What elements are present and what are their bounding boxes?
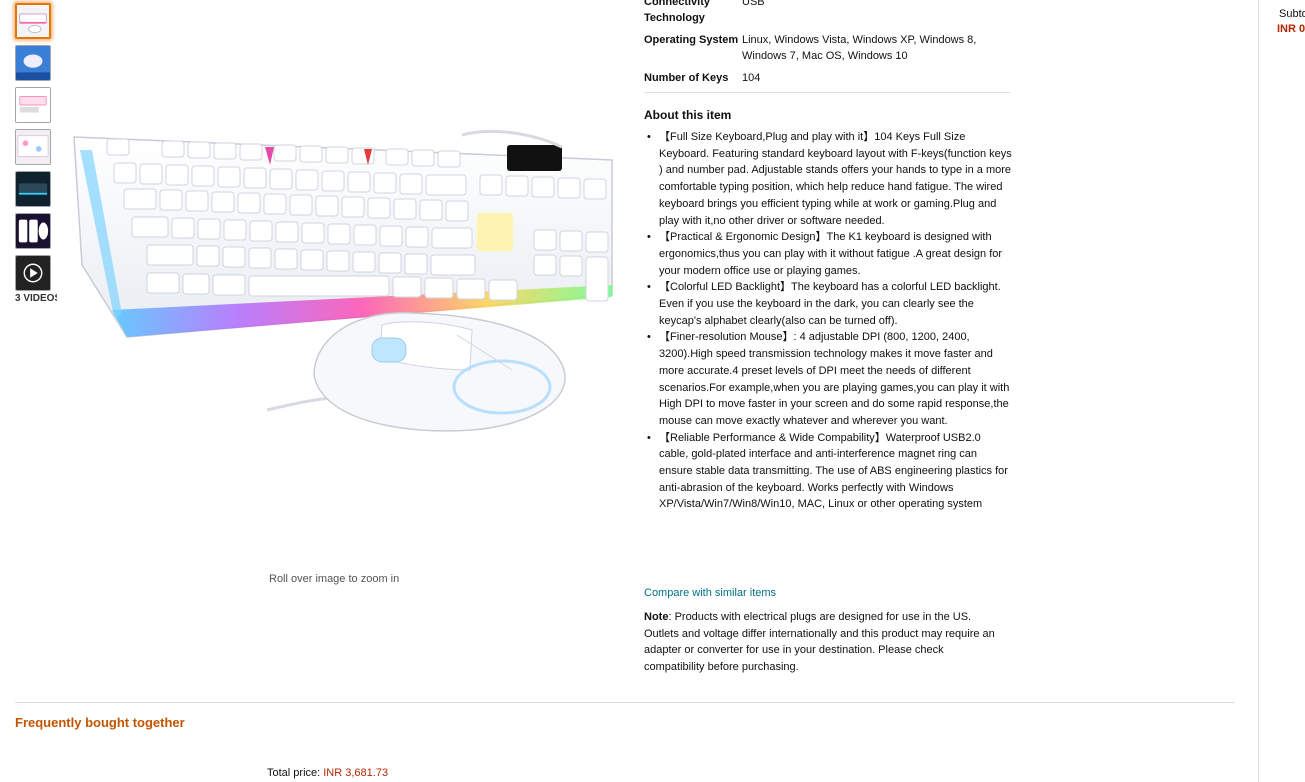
thumbnail-video[interactable] [15, 255, 51, 291]
feature-bullet: 【Reliable Performance & Wide Compability… [644, 430, 1012, 514]
total-label: Total price: [267, 767, 324, 779]
spec-row-connectivity: Connectivity Technology USB [644, 0, 1010, 26]
spec-row-keys: Number of Keys 104 [644, 70, 1010, 86]
cart-panel-divider [1258, 0, 1259, 782]
thumbnail-2[interactable] [15, 45, 51, 81]
subtotal-label: Subtotal [1279, 8, 1305, 20]
feature-bullet: 【Colorful LED Backlight】The keyboard has… [644, 279, 1012, 329]
video-count-label[interactable]: 3 VIDEOS [15, 293, 57, 304]
section-divider [15, 702, 1235, 703]
zoom-hint: Roll over image to zoom in [269, 573, 400, 585]
divider [644, 92, 1010, 93]
thumbnail-strip [15, 3, 53, 297]
main-product-image[interactable] [52, 125, 622, 445]
spec-key: Number of Keys [644, 72, 729, 84]
thumbnail-4[interactable] [15, 129, 51, 165]
feature-bullets: 【Full Size Keyboard,Plug and play with i… [644, 129, 1012, 513]
total-price-value: INR 3,681.73 [323, 767, 389, 779]
feature-bullet: 【Finer-resolution Mouse】: 4 adjustable D… [644, 329, 1012, 429]
product-specs: Connectivity Technology USB Operating Sy… [644, 0, 1010, 92]
plug-note: Note: Products with electrical plugs are… [644, 609, 1004, 675]
note-text: : Products with electrical plugs are des… [644, 611, 995, 673]
spec-key: Operating System [644, 34, 739, 46]
total-price: Total price: INR 3,681.73 [267, 767, 388, 779]
spec-value: Linux, Windows Vista, Windows XP, Window… [742, 34, 977, 62]
thumbnail-5[interactable] [15, 171, 51, 207]
thumbnail-3[interactable] [15, 87, 51, 123]
feature-bullet: 【Practical & Ergonomic Design】The K1 key… [644, 229, 1012, 279]
thumbnail-1[interactable] [15, 3, 51, 39]
about-title: About this item [644, 108, 732, 122]
spec-row-os: Operating System Linux, Windows Vista, W… [644, 32, 1010, 64]
subtotal-value: INR 0.00 [1277, 23, 1305, 35]
spec-key: Connectivity Technology [644, 0, 711, 24]
spec-value: 104 [742, 72, 761, 84]
compare-similar-link[interactable]: Compare with similar items [644, 587, 776, 599]
note-label: Note [644, 611, 669, 623]
spec-value: USB [742, 0, 765, 8]
feature-bullet: 【Full Size Keyboard,Plug and play with i… [644, 129, 1012, 229]
frequently-bought-title: Frequently bought together [15, 715, 185, 730]
thumbnail-6[interactable] [15, 213, 51, 249]
